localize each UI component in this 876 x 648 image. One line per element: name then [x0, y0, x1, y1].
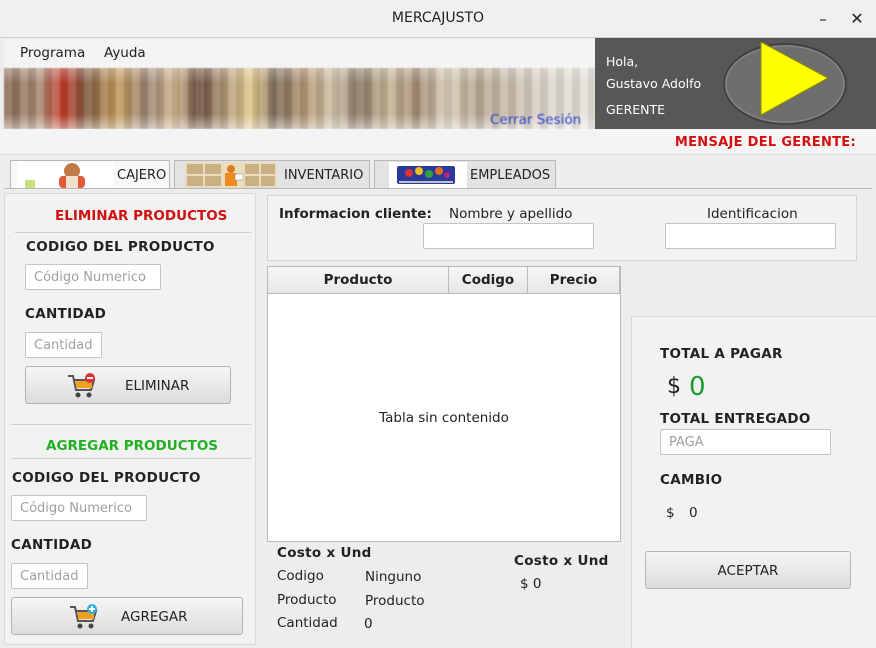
detail-product-value: Producto — [365, 593, 425, 609]
client-info-label: Informacion cliente: — [279, 206, 432, 222]
unit-cost-value: $ 0 — [520, 576, 542, 592]
remove-code-label: CODIGO DEL PRODUCTO — [26, 239, 215, 255]
tab-cajero[interactable]: CAJERO — [10, 160, 170, 189]
remove-section-divider — [15, 232, 251, 233]
add-qty-label: CANTIDAD — [11, 537, 93, 553]
table-empty-message: Tabla sin contenido — [379, 410, 509, 426]
add-qty-input[interactable]: Cantidad — [11, 563, 88, 589]
user-greeting: Hola, — [606, 54, 639, 69]
menu-ayuda[interactable]: Ayuda — [104, 45, 146, 61]
cashier-photo — [17, 162, 113, 188]
user-name: Gustavo Adolfo — [606, 76, 702, 91]
client-name-input[interactable] — [423, 223, 594, 249]
remove-section-title: ELIMINAR PRODUCTOS — [55, 208, 228, 224]
change-currency: $ — [666, 505, 675, 521]
tab-inventario[interactable]: INVENTARIO — [174, 160, 370, 188]
delivered-label: TOTAL ENTREGADO — [660, 411, 811, 427]
client-id-label: Identificacion — [707, 206, 798, 222]
cart-remove-icon — [68, 373, 96, 398]
section-divider — [11, 424, 251, 425]
manager-message-label: MENSAJE DEL GERENTE: — [674, 135, 856, 150]
menu-bar: Programa Ayuda — [4, 39, 595, 68]
add-button[interactable]: AGREGAR — [11, 597, 243, 635]
inventory-photo — [185, 162, 277, 188]
add-button-label: AGREGAR — [121, 609, 188, 625]
total-currency: $ — [667, 374, 681, 399]
remove-qty-input[interactable]: Cantidad — [25, 332, 102, 358]
product-actions-panel: ELIMINAR PRODUCTOS CODIGO DEL PRODUCTO C… — [4, 193, 256, 645]
payment-panel: TOTAL A PAGAR $ 0 TOTAL ENTREGADO PAGA C… — [631, 316, 876, 648]
delivered-input[interactable]: PAGA — [660, 429, 831, 455]
tab-divider — [4, 188, 872, 189]
manager-message-strip: MENSAJE DEL GERENTE: — [0, 129, 876, 155]
remove-button[interactable]: ELIMINAR — [25, 366, 231, 404]
play-triangle-icon — [723, 42, 847, 125]
user-panel: Hola, Gustavo Adolfo GERENTE — [595, 38, 876, 129]
remove-button-label: ELIMINAR — [125, 378, 190, 394]
column-producto[interactable]: Producto — [268, 267, 449, 294]
remove-qty-label: CANTIDAD — [25, 306, 107, 322]
accept-button[interactable]: ACEPTAR — [645, 551, 851, 589]
total-value: 0 — [689, 372, 706, 402]
remove-code-input[interactable]: Código Numerico — [25, 264, 161, 290]
supermarket-banner: Cerrar Sesión — [4, 68, 595, 129]
detail-code-value: Ninguno — [365, 569, 422, 585]
window-titlebar: MERCAJUSTO – ✕ — [0, 0, 876, 38]
window-title: MERCAJUSTO — [391, 10, 485, 26]
column-precio[interactable]: Precio — [528, 267, 620, 294]
detail-product-label: Producto — [277, 592, 337, 608]
shopping-cart-photo — [389, 162, 467, 188]
detail-code-label: Codigo — [277, 568, 324, 584]
add-section-title: AGREGAR PRODUCTOS — [46, 438, 219, 454]
add-code-label: CODIGO DEL PRODUCTO — [12, 470, 201, 486]
change-label: CAMBIO — [660, 472, 723, 488]
minimize-icon[interactable]: – — [812, 8, 834, 30]
cart-add-icon — [70, 604, 98, 629]
logout-link[interactable]: Cerrar Sesión — [490, 112, 581, 128]
close-icon[interactable]: ✕ — [846, 8, 868, 30]
tab-empleados-label: EMPLEADOS — [470, 168, 551, 183]
user-role: GERENTE — [606, 102, 666, 117]
detail-qty-label: Cantidad — [277, 615, 338, 631]
tab-empleados[interactable]: EMPLEADOS — [374, 160, 556, 188]
change-value: 0 — [689, 505, 698, 521]
column-codigo[interactable]: Codigo — [449, 267, 528, 294]
add-section-divider — [11, 458, 251, 459]
client-name-label: Nombre y apellido — [449, 206, 573, 222]
detail-title: Costo x Und — [277, 545, 372, 561]
tab-cajero-label: CAJERO — [117, 168, 167, 183]
menu-programa[interactable]: Programa — [20, 45, 85, 61]
client-id-input[interactable] — [665, 223, 836, 249]
tab-inventario-label: INVENTARIO — [284, 168, 364, 183]
client-info-box: Informacion cliente: Nombre y apellido I… — [267, 195, 857, 261]
detail-qty-value: 0 — [364, 616, 373, 632]
table-header: Producto Codigo Precio — [268, 267, 620, 294]
products-table[interactable]: Producto Codigo Precio Tabla sin conteni… — [267, 266, 621, 542]
accept-button-label: ACEPTAR — [717, 563, 779, 579]
add-code-input[interactable]: Código Numerico — [11, 495, 147, 521]
total-label: TOTAL A PAGAR — [660, 346, 783, 362]
unit-cost-title: Costo x Und — [514, 553, 609, 569]
